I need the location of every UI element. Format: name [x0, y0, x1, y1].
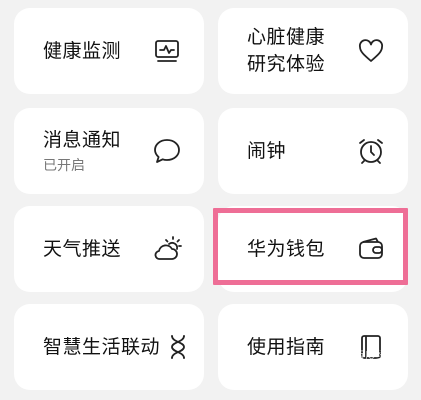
card-title: 使用指南: [247, 335, 326, 358]
health-monitor-icon: [152, 36, 182, 66]
message-bubble-icon: [152, 136, 182, 166]
message-notify-card[interactable]: 消息通知 已开启: [14, 108, 204, 194]
weather-cloud-sun-icon: [152, 234, 182, 264]
wallet-icon: [356, 234, 386, 264]
health-monitor-card[interactable]: 健康监测: [14, 8, 204, 94]
card-title: 心脏健康研究体验: [247, 26, 326, 75]
status-text: 已开启: [43, 157, 85, 174]
card-title: 智慧生活联动: [43, 335, 161, 358]
heart-icon: [356, 36, 386, 66]
alarm-card[interactable]: 闹钟: [218, 108, 408, 194]
card-title: 消息通知: [43, 128, 122, 151]
alarm-clock-icon: [356, 136, 386, 166]
watermark: 百度经验: [354, 349, 398, 362]
settings-grid: 健康监测 心脏健康研究体验 消息通知 已开启 闹钟 天气推送 华为钱包 智慧生活…: [0, 0, 421, 400]
heart-research-card[interactable]: 心脏健康研究体验: [218, 8, 408, 94]
card-title: 健康监测: [43, 39, 122, 62]
card-title: 闹钟: [247, 139, 287, 162]
huawei-wallet-card[interactable]: 华为钱包: [218, 206, 408, 292]
card-title: 华为钱包: [247, 237, 326, 260]
smart-link-icon: [163, 332, 193, 362]
weather-push-card[interactable]: 天气推送: [14, 206, 204, 292]
card-title: 天气推送: [43, 237, 122, 260]
smart-life-card[interactable]: 智慧生活联动: [14, 304, 204, 390]
